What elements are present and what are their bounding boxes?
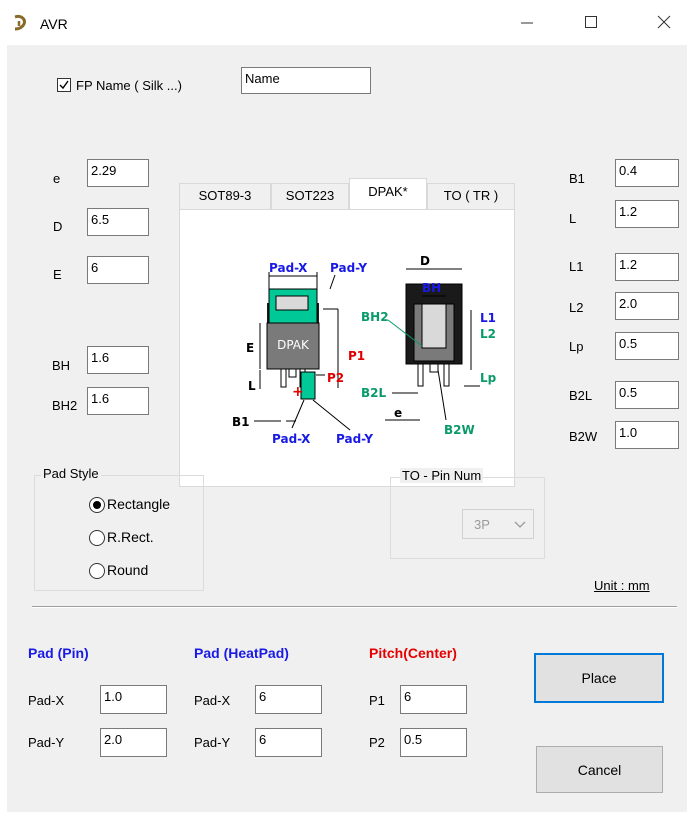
dialog-body: FP Name ( Silk ...) Name e 2.29 D 6.5 E … [7,45,687,812]
checkmark-icon [59,80,69,90]
diagram-BH-label: BH [422,281,441,295]
diagram-E-label: E [246,341,254,355]
diagram-L2-label: L2 [480,327,496,341]
pad-heat-title: Pad (HeatPad) [194,645,289,661]
pad-pin-y-input[interactable]: 2.0 [100,728,167,757]
radio-rrect-label: R.Rect. [107,529,154,545]
param-b2w-input[interactable]: 1.0 [615,421,679,449]
fp-name-label: FP Name ( Silk ...) [76,78,182,93]
param-d-input[interactable]: 6.5 [87,208,149,236]
radio-rectangle[interactable] [89,497,105,513]
param-b2l-input[interactable]: 0.5 [615,381,679,409]
unit-label: Unit : mm [594,578,650,593]
param-b1-label: B1 [569,171,585,186]
to-pin-title: TO - Pin Num [400,468,484,483]
chevron-down-icon [514,521,526,528]
param-lp-input[interactable]: 0.5 [615,332,679,360]
param-e-input[interactable]: 2.29 [87,159,149,187]
close-icon [657,15,671,29]
tab-sot89-3[interactable]: SOT89-3 [179,183,271,209]
minimize-icon [521,22,533,24]
diagram-D-label: D [420,254,430,268]
tab-sot223[interactable]: SOT223 [271,183,349,209]
pad-pin-y-label: Pad-Y [28,735,65,750]
pad-heat-x-input[interactable]: 6 [255,685,322,714]
radio-rrect[interactable] [89,530,105,546]
param-b1-input[interactable]: 0.4 [615,159,679,187]
minimize-button[interactable] [498,0,556,44]
param-d-label: D [53,219,63,234]
diagram-P2-label: P2 [327,371,344,385]
param-b2w-label: B2W [569,429,598,444]
param-b2l-label: B2L [569,388,593,403]
param-l-label: L [569,211,577,226]
dpak-tab-panel: DPAK + Pad-X Pad-Y E L B1 P1 P2 Pad-X Pa… [179,209,515,487]
cancel-button[interactable]: Cancel [536,746,663,793]
plus-marker: + [292,384,304,400]
place-button[interactable]: Place [534,653,664,703]
pitch-p2-input[interactable]: 0.5 [400,728,467,757]
maximize-icon [585,16,597,28]
radio-round-label: Round [107,562,149,578]
pad-heat-y-label: Pad-Y [194,735,231,750]
param-l2-input[interactable]: 2.0 [615,292,679,320]
title-bar: AVR [0,0,693,44]
dpak-diagram: DPAK + Pad-X Pad-Y E L B1 P1 P2 Pad-X Pa… [232,254,497,446]
to-pin-select: 3P [462,509,534,539]
pad-style-title: Pad Style [41,466,101,481]
diagram-P1-label: P1 [348,349,365,363]
param-bh-label: BH [52,358,71,373]
pitch-p1-input[interactable]: 6 [400,685,467,714]
tab-dpak[interactable]: DPAK* [349,178,427,210]
diagram-B2W-label: B2W [444,423,475,437]
param-l-input[interactable]: 1.2 [615,200,679,228]
param-e-label: e [53,171,61,186]
param-E-label: E [53,267,62,282]
separator [32,606,677,608]
pitch-title: Pitch(Center) [369,645,457,661]
param-bh2-input[interactable]: 1.6 [87,387,149,415]
param-l2-label: L2 [569,300,584,315]
maximize-button[interactable] [562,0,620,44]
param-bh-input[interactable]: 1.6 [87,346,149,374]
pad-pin-x-label: Pad-X [28,693,65,708]
fp-name-input[interactable]: Name [241,67,371,94]
diagram-pad-x-bottom: Pad-X [272,432,311,446]
diagram-pad-y-top: Pad-Y [330,261,367,275]
diagram-BH2-label: BH2 [361,310,389,324]
diagram-e-label: e [394,406,402,420]
pad-heat-x-label: Pad-X [194,693,231,708]
window-title: AVR [40,16,68,32]
close-button[interactable] [635,0,693,44]
app-window: AVR FP Name ( Silk ...) Name e 2.29 D 6.… [0,0,693,814]
package-name-label: DPAK [277,338,310,352]
diagram-B2L-label: B2L [361,386,386,400]
pad-pin-title: Pad (Pin) [28,645,89,661]
param-bh2-label: BH2 [52,398,78,413]
to-pin-value: 3P [474,517,490,532]
diagram-B1-label: B1 [232,415,250,429]
radio-round[interactable] [89,563,105,579]
diagram-pad-x-top: Pad-X [269,261,308,275]
tab-to-tr[interactable]: TO ( TR ) [427,183,515,209]
diagram-pad-y-bottom: Pad-Y [336,432,373,446]
param-lp-label: Lp [569,339,584,354]
diagram-L-label: L [248,379,256,393]
param-l1-input[interactable]: 1.2 [615,253,679,281]
pitch-p1-label: P1 [369,693,385,708]
fp-name-checkbox[interactable] [57,78,71,92]
diagram-Lp-label: Lp [480,371,497,385]
radio-rectangle-label: Rectangle [107,496,171,512]
pad-heat-y-input[interactable]: 6 [255,728,322,757]
pad-pin-x-input[interactable]: 1.0 [100,685,167,714]
param-l1-label: L1 [569,259,584,274]
diagram-L1-label: L1 [480,311,496,325]
pitch-p2-label: P2 [369,735,385,750]
param-E-input[interactable]: 6 [87,256,149,284]
app-logo-icon [14,15,26,31]
